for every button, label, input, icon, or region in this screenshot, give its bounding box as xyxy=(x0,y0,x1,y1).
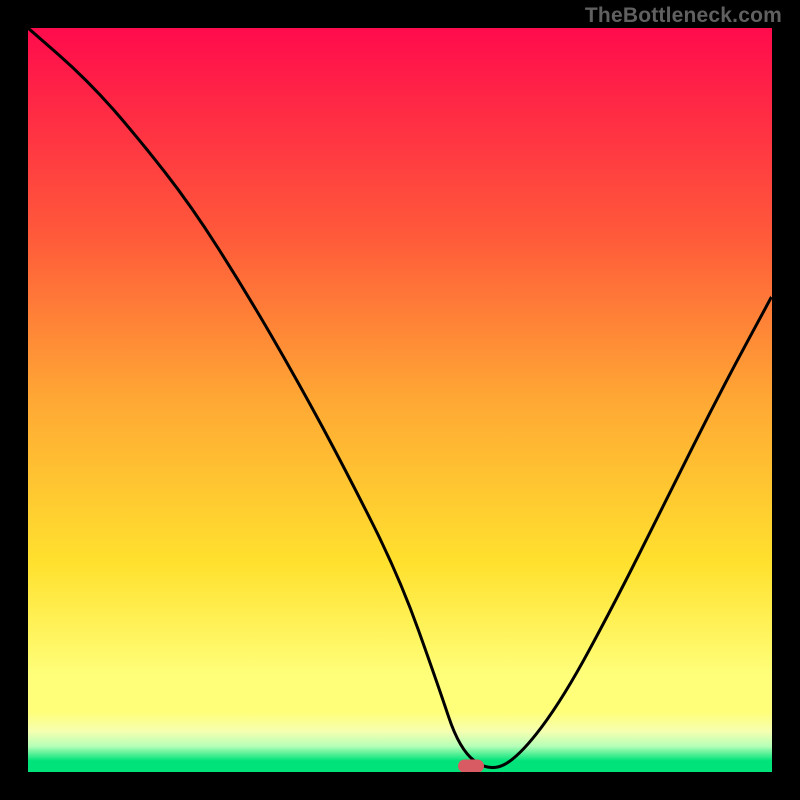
plot-area xyxy=(28,28,772,772)
chart-frame: TheBottleneck.com xyxy=(0,0,800,800)
optimum-marker xyxy=(458,760,484,772)
chart-svg xyxy=(28,28,772,772)
watermark-text: TheBottleneck.com xyxy=(585,4,782,28)
